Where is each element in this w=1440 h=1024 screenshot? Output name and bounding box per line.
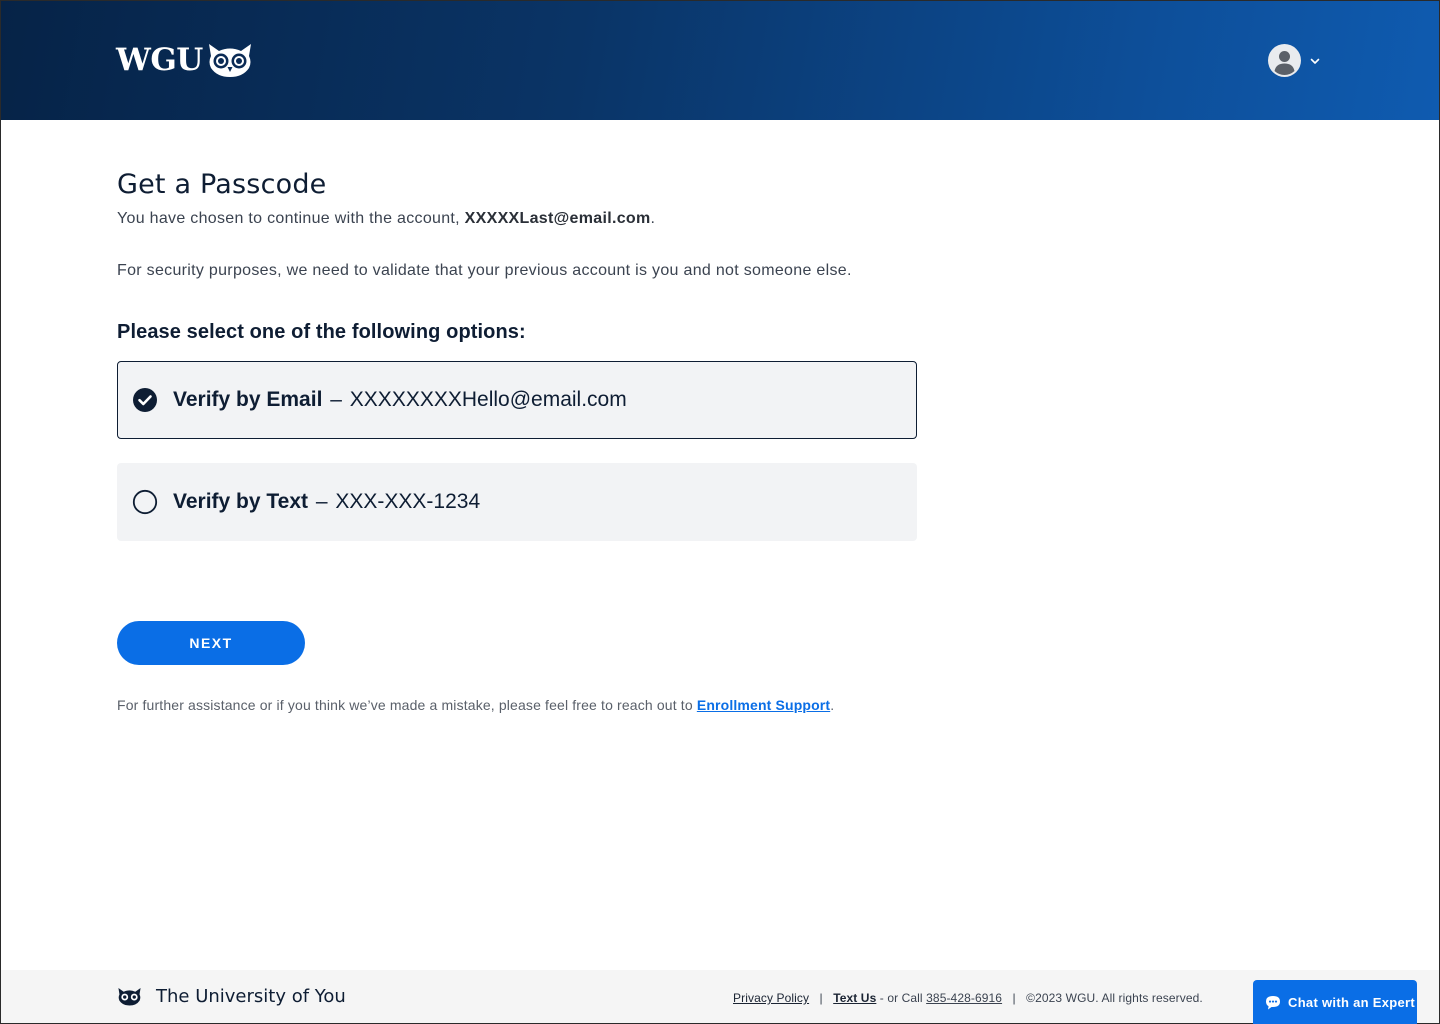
security-text: For security purposes, we need to valida… <box>117 262 852 279</box>
assist-suffix: . <box>830 697 835 713</box>
next-button[interactable]: NEXT <box>117 621 305 665</box>
logo-text: WGU <box>116 42 203 78</box>
copyright-text: ©2023 WGU. All rights reserved. <box>1026 991 1203 1005</box>
tagline: The University of You <box>156 986 346 1007</box>
chat-label: Chat with an Expert <box>1288 995 1416 1010</box>
chevron-down-icon <box>1310 58 1320 64</box>
chat-bubble-icon <box>1266 996 1280 1010</box>
privacy-policy-link[interactable]: Privacy Policy <box>733 991 809 1005</box>
intro-suffix: . <box>650 210 656 227</box>
option-label: Verify by Text <box>173 490 309 513</box>
verify-email-option[interactable]: Verify by Email – XXXXXXXXHello@email.co… <box>117 361 917 439</box>
wgu-logo[interactable]: WGU <box>116 41 253 79</box>
owl-logo-icon <box>208 44 251 77</box>
option-text: Verify by Email – XXXXXXXXHello@email.co… <box>173 388 627 412</box>
page-title: Get a Passcode <box>117 169 327 200</box>
option-separator: – <box>330 388 342 411</box>
main-content: Get a Passcode You have chosen to contin… <box>117 169 917 713</box>
option-value: XXX-XXX-1234 <box>335 490 481 513</box>
account-email: XXXXXLast@email.com <box>464 210 651 227</box>
call-prefix: - or Call <box>879 991 923 1005</box>
user-avatar-icon <box>1268 44 1301 77</box>
phone-number[interactable]: 385-428-6916 <box>926 991 1002 1005</box>
checked-circle-icon <box>133 388 157 412</box>
option-text: Verify by Text – XXX-XXX-1234 <box>173 490 480 514</box>
option-label: Verify by Email <box>173 388 323 411</box>
verify-text-option[interactable]: Verify by Text – XXX-XXX-1234 <box>117 463 917 541</box>
option-separator: – <box>315 490 328 513</box>
options-heading: Please select one of the following optio… <box>117 321 526 343</box>
footer-links: Privacy Policy | Text Us - or Call 385-4… <box>733 991 1203 1005</box>
footer-brand: The University of You <box>117 986 346 1007</box>
owl-icon <box>118 988 141 1006</box>
assistance-text: For further assistance or if you think w… <box>117 697 1017 713</box>
account-intro: You have chosen to continue with the acc… <box>117 209 917 229</box>
chat-with-expert-button[interactable]: Chat with an Expert <box>1253 980 1417 1024</box>
intro-prefix: You have chosen to continue with the acc… <box>117 210 460 227</box>
site-footer: The University of You Privacy Policy | T… <box>1 970 1439 1023</box>
profile-menu[interactable] <box>1268 44 1321 77</box>
radio-empty-icon <box>132 489 158 515</box>
enrollment-support-link[interactable]: Enrollment Support <box>697 697 830 713</box>
site-header: WGU <box>1 1 1439 120</box>
text-us-link[interactable]: Text Us <box>833 991 876 1005</box>
assist-text: For further assistance or if you think w… <box>117 697 693 713</box>
option-value: XXXXXXXXHello@email.com <box>349 388 627 411</box>
footer-separator: | <box>819 991 823 1005</box>
footer-separator: | <box>1012 991 1016 1005</box>
